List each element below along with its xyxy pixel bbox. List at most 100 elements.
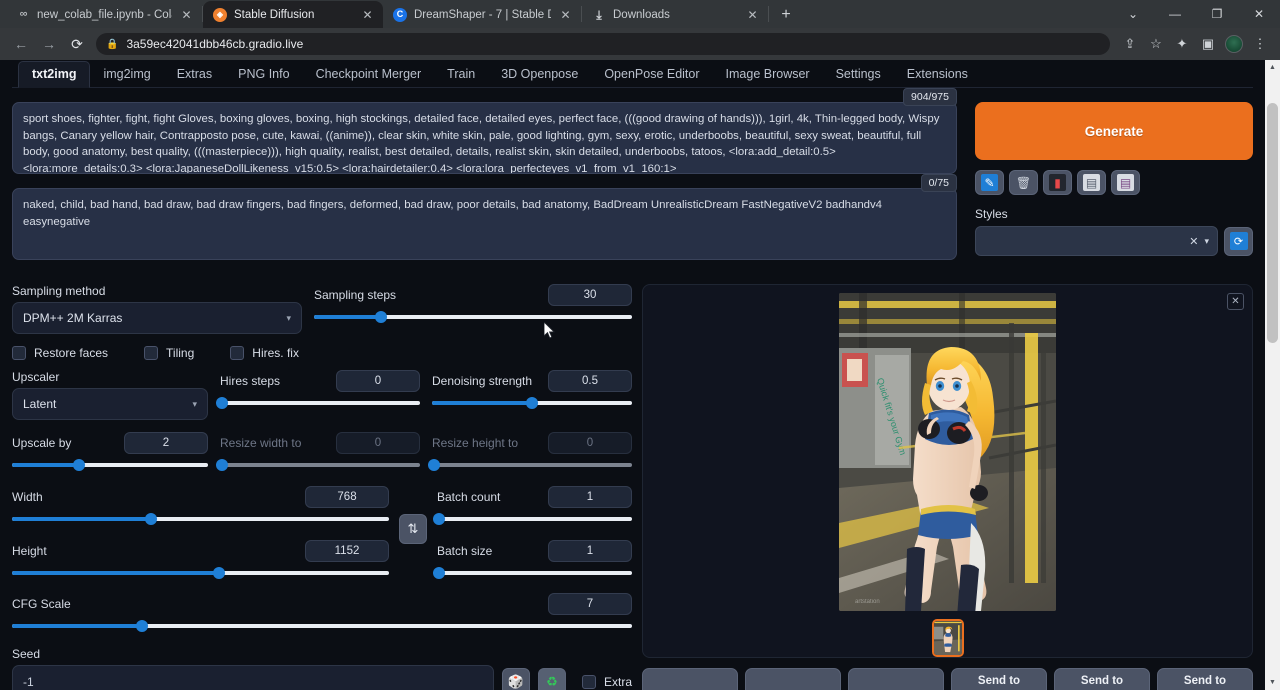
tab-close-icon[interactable]: ✕ — [360, 7, 375, 22]
scrollbar-track[interactable] — [1265, 75, 1280, 675]
hires-steps-input[interactable]: 0 — [336, 370, 420, 392]
height-slider[interactable] — [12, 566, 389, 580]
slider-knob[interactable] — [136, 620, 148, 632]
hires-fix-checkbox[interactable]: Hires. fix — [230, 346, 299, 360]
window-maximize-button[interactable]: ❐ — [1196, 0, 1238, 28]
sampling-method-dropdown[interactable]: DPM++ 2M Karras ▾ — [12, 302, 302, 334]
extensions-puzzle-icon[interactable]: ✦ — [1170, 32, 1194, 56]
tab-extensions[interactable]: Extensions — [894, 62, 981, 87]
upscaler-dropdown[interactable]: Latent ▾ — [12, 388, 208, 420]
random-seed-button[interactable]: 🎲 — [502, 668, 530, 690]
denoising-strength-input[interactable]: 0.5 — [548, 370, 632, 392]
send-to-img2img-button[interactable]: Send to — [951, 668, 1047, 690]
extra-seed-checkbox[interactable]: Extra — [582, 675, 632, 689]
restore-faces-checkbox[interactable]: Restore faces — [12, 346, 108, 360]
window-minimize-button[interactable]: — — [1154, 0, 1196, 28]
batch-size-slider[interactable] — [437, 566, 632, 580]
sidepanel-icon[interactable]: ▣ — [1196, 32, 1220, 56]
slider-knob[interactable] — [375, 311, 387, 323]
browser-tab-downloads[interactable]: ⤓ Downloads ✕ — [582, 1, 768, 28]
batch-count-input[interactable]: 1 — [548, 486, 632, 508]
prompt-input[interactable]: sport shoes, fighter, fight, fight Glove… — [12, 102, 957, 174]
send-to-extras-button[interactable]: Send to — [1157, 668, 1253, 690]
clear-prompt-button[interactable]: 🗑 — [1009, 170, 1038, 195]
hires-steps-slider[interactable] — [220, 396, 420, 410]
cfg-scale-input[interactable]: 7 — [548, 593, 632, 615]
slider-knob[interactable] — [73, 459, 85, 471]
tab-checkpoint-merger[interactable]: Checkpoint Merger — [303, 62, 435, 87]
height-input[interactable]: 1152 — [305, 540, 389, 562]
forward-icon[interactable]: → — [36, 31, 62, 57]
zip-button[interactable] — [848, 668, 944, 690]
back-icon[interactable]: ← — [8, 31, 34, 57]
tab-settings[interactable]: Settings — [823, 62, 894, 87]
scroll-up-arrow-icon[interactable]: ▲ — [1265, 60, 1280, 75]
generated-image[interactable]: Quick fit's your Gym — [839, 293, 1056, 611]
checkbox-box[interactable] — [230, 346, 244, 360]
bookmark-star-icon[interactable]: ☆ — [1144, 32, 1168, 56]
checkbox-box[interactable] — [582, 675, 596, 689]
tab-train[interactable]: Train — [434, 62, 488, 87]
sampling-steps-input[interactable]: 30 — [548, 284, 632, 306]
tab-search-icon[interactable]: ⌄ — [1112, 0, 1154, 28]
save-button[interactable] — [745, 668, 841, 690]
tab-3d-openpose[interactable]: 3D Openpose — [488, 62, 591, 87]
width-input[interactable]: 768 — [305, 486, 389, 508]
checkbox-box[interactable] — [144, 346, 158, 360]
resize-width-slider[interactable] — [220, 458, 420, 472]
tab-extras[interactable]: Extras — [164, 62, 225, 87]
gallery-thumbnail-1[interactable] — [932, 619, 964, 657]
reuse-seed-button[interactable]: ♻ — [538, 668, 566, 690]
tab-close-icon[interactable]: ✕ — [558, 7, 573, 22]
chevron-down-icon[interactable]: ▾ — [1204, 236, 1209, 247]
paste-prompt-button[interactable]: ✎ — [975, 170, 1004, 195]
tab-img2img[interactable]: img2img — [90, 62, 163, 87]
slider-knob[interactable] — [216, 397, 228, 409]
scroll-down-arrow-icon[interactable]: ▼ — [1265, 675, 1280, 690]
tiling-checkbox[interactable]: Tiling — [144, 346, 194, 360]
resize-width-input[interactable]: 0 — [336, 432, 420, 454]
slider-knob[interactable] — [526, 397, 538, 409]
checkbox-box[interactable] — [12, 346, 26, 360]
save-style-button[interactable]: ▤ — [1111, 170, 1140, 195]
refresh-styles-button[interactable]: ⟳ — [1224, 227, 1253, 256]
window-close-button[interactable]: ✕ — [1238, 0, 1280, 28]
open-folder-button[interactable] — [642, 668, 738, 690]
slider-knob[interactable] — [428, 459, 440, 471]
scrollbar-thumb[interactable] — [1267, 103, 1278, 343]
tab-image-browser[interactable]: Image Browser — [713, 62, 823, 87]
share-icon[interactable]: ⇪ — [1118, 32, 1142, 56]
reload-icon[interactable]: ⟳ — [64, 31, 90, 57]
slider-knob[interactable] — [433, 567, 445, 579]
seed-input[interactable]: -1 — [12, 665, 494, 690]
denoising-strength-slider[interactable] — [432, 396, 632, 410]
page-scrollbar[interactable]: ▲ ▼ — [1265, 60, 1280, 690]
close-gallery-button[interactable]: ✕ — [1227, 293, 1244, 310]
slider-knob[interactable] — [213, 567, 225, 579]
tab-png-info[interactable]: PNG Info — [225, 62, 302, 87]
styles-clear-icon[interactable]: ✕ — [1189, 235, 1198, 248]
address-bar[interactable]: 🔒 3a59ec42041dbb46cb.gradio.live — [96, 33, 1110, 55]
slider-knob[interactable] — [216, 459, 228, 471]
tab-close-icon[interactable]: ✕ — [745, 7, 760, 22]
upscale-by-slider[interactable] — [12, 458, 208, 472]
resize-height-input[interactable]: 0 — [548, 432, 632, 454]
chrome-menu-icon[interactable]: ⋮ — [1248, 32, 1272, 56]
cfg-scale-slider[interactable] — [12, 619, 632, 633]
send-to-inpaint-button[interactable]: Send to — [1054, 668, 1150, 690]
batch-size-input[interactable]: 1 — [548, 540, 632, 562]
slider-knob[interactable] — [433, 513, 445, 525]
tab-txt2img[interactable]: txt2img — [18, 61, 90, 88]
slider-knob[interactable] — [145, 513, 157, 525]
profile-avatar[interactable] — [1222, 32, 1246, 56]
resize-height-slider[interactable] — [432, 458, 632, 472]
swap-dimensions-button[interactable]: ⇅ — [399, 514, 427, 544]
negative-prompt-input[interactable]: naked, child, bad hand, bad draw, bad dr… — [12, 188, 957, 260]
styles-dropdown[interactable]: ✕ ▾ — [975, 226, 1218, 256]
browser-tab-colab[interactable]: ∞ new_colab_file.ipynb - Colaborat ✕ — [6, 1, 202, 28]
sampling-steps-slider[interactable] — [314, 310, 632, 324]
read-generation-params-button[interactable]: ▮ — [1043, 170, 1072, 195]
batch-count-slider[interactable] — [437, 512, 632, 526]
width-slider[interactable] — [12, 512, 389, 526]
tab-close-icon[interactable]: ✕ — [179, 7, 194, 22]
